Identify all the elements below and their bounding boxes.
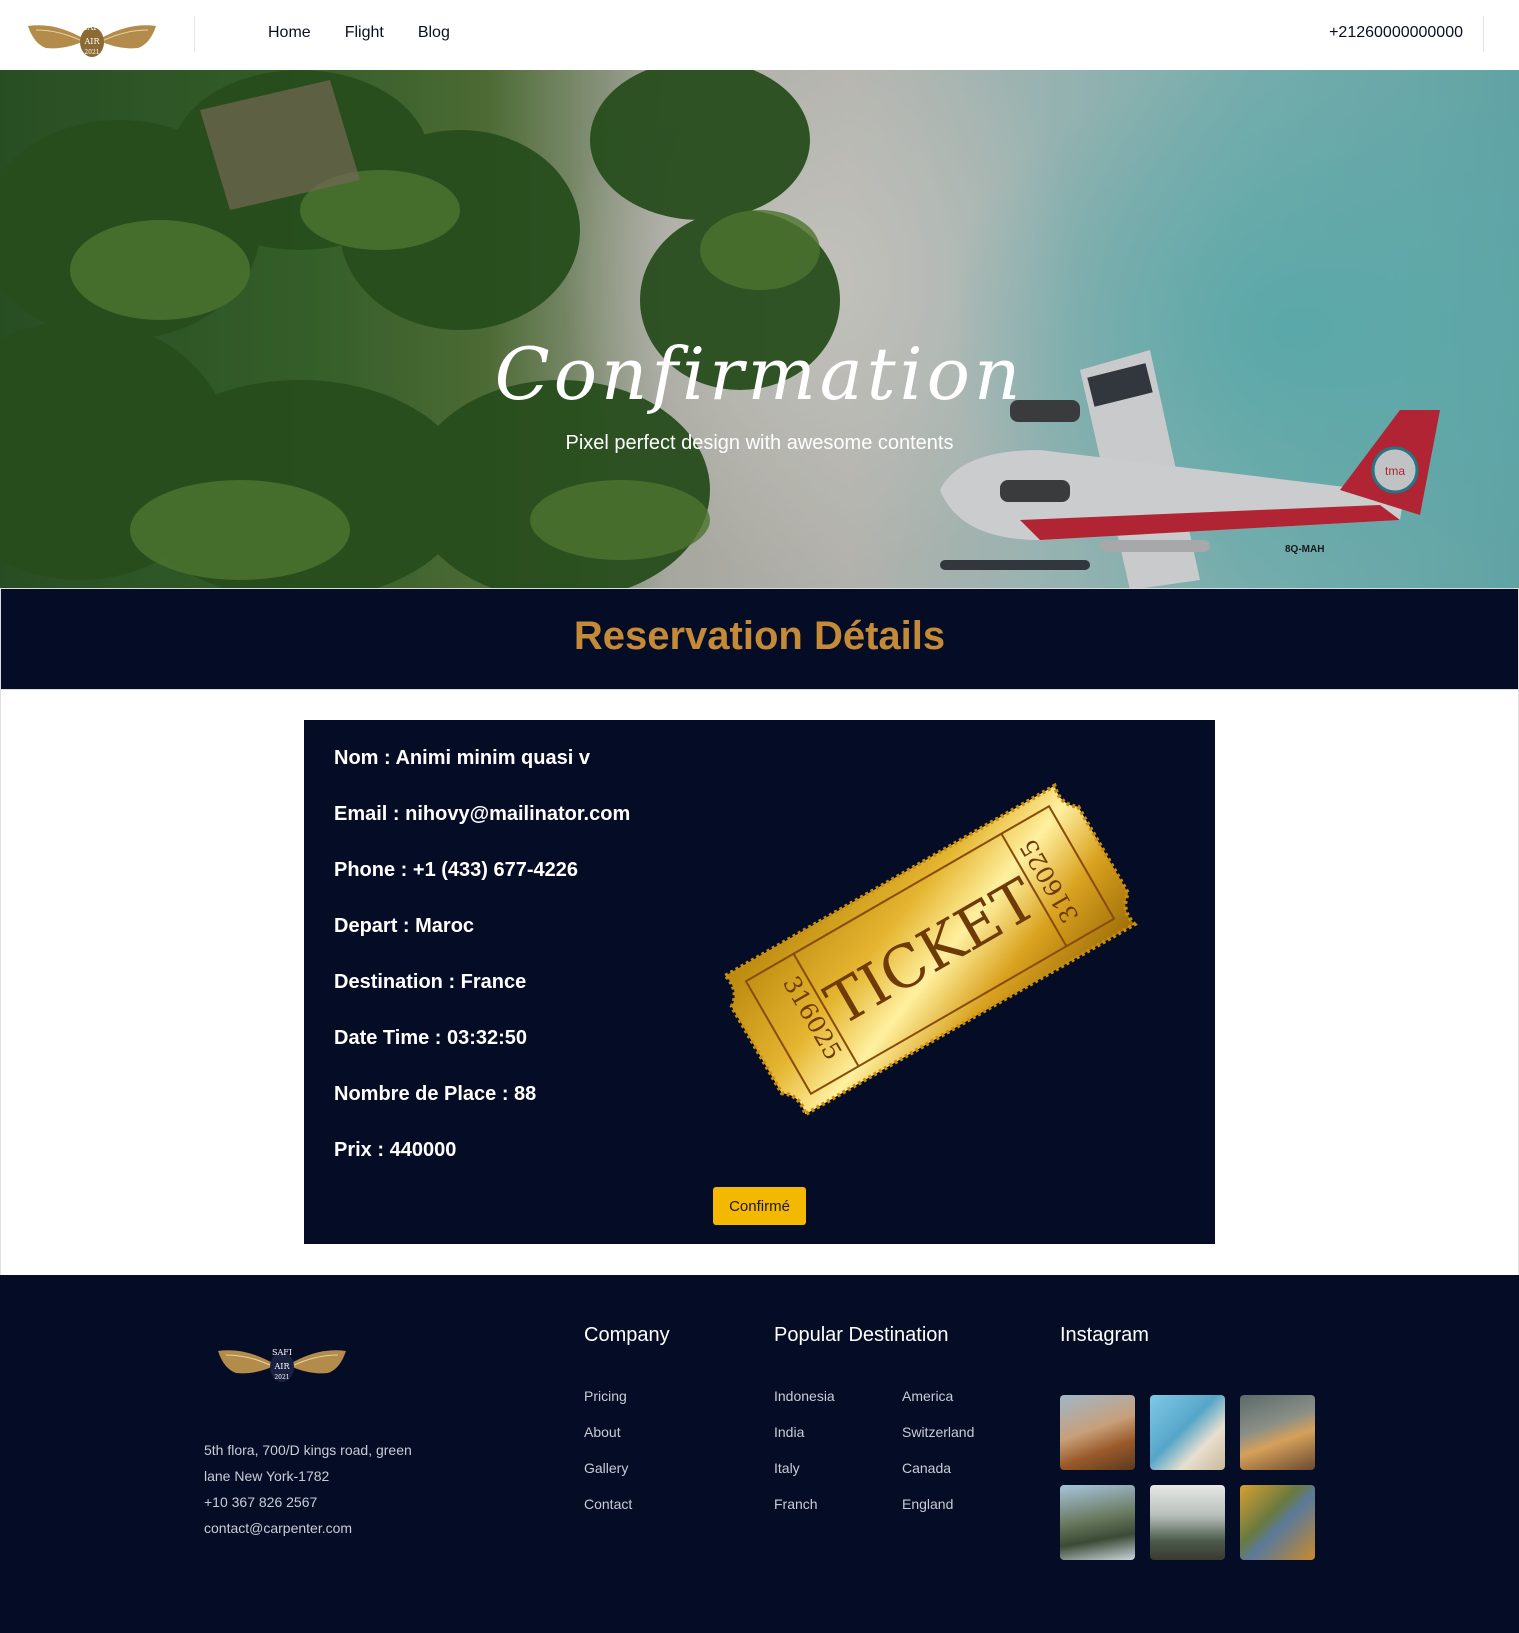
top-header: SAFI AIR 2021 Home Flight Blog +21260000…	[0, 0, 1519, 70]
nav-blog[interactable]: Blog	[418, 24, 450, 42]
footer-popular-col2: America Switzerland Canada England	[902, 1388, 974, 1532]
destination-italy[interactable]: Italy	[774, 1460, 835, 1496]
destination-england[interactable]: England	[902, 1496, 974, 1532]
footer-logo[interactable]: SAFI AIR 2021	[216, 1343, 348, 1383]
header-phone[interactable]: +21260000000000	[1329, 24, 1463, 42]
address-line: 5th flora, 700/D kings road, green	[204, 1442, 412, 1458]
detail-date-time: Date Time : 03:32:50	[334, 1027, 528, 1049]
header-divider-right	[1483, 16, 1484, 52]
destination-canada[interactable]: Canada	[902, 1460, 974, 1496]
reservation-heading: Reservation Détails	[573, 614, 946, 658]
instagram-photo-road[interactable]	[1240, 1485, 1315, 1560]
svg-text:SAFI: SAFI	[272, 1348, 292, 1357]
footer-phone[interactable]: +10 367 826 2567	[204, 1489, 412, 1515]
destination-india[interactable]: India	[774, 1424, 835, 1460]
footer-link-gallery[interactable]: Gallery	[584, 1460, 632, 1496]
hero-subtitle: Pixel perfect design with awesome conten…	[565, 432, 954, 454]
detail-nom: Nom : Animi minim quasi v	[334, 747, 590, 769]
destination-switzerland[interactable]: Switzerland	[902, 1424, 974, 1460]
nav-flight[interactable]: Flight	[345, 24, 384, 42]
golden-ticket-image: TICKET 316025 316025	[722, 782, 1138, 1118]
destination-indonesia[interactable]: Indonesia	[774, 1388, 835, 1424]
hero-title: Confirmation	[494, 332, 1025, 416]
instagram-photo-coast[interactable]	[1150, 1395, 1225, 1470]
header-divider	[194, 16, 195, 52]
reservation-details: Nom : Animi minim quasi v Email : nihovy…	[334, 745, 630, 1193]
footer-address: 5th flora, 700/D kings road, green lane …	[204, 1437, 412, 1541]
footer-email[interactable]: contact@carpenter.com	[204, 1515, 412, 1541]
footer-link-about[interactable]: About	[584, 1424, 632, 1460]
svg-text:2021: 2021	[274, 1374, 289, 1381]
footer-link-contact[interactable]: Contact	[584, 1496, 632, 1532]
detail-nombre-place: Nombre de Place : 88	[334, 1083, 537, 1105]
footer-popular-col1: Indonesia India Italy Franch	[774, 1388, 835, 1532]
svg-text:AIR: AIR	[274, 1362, 291, 1371]
instagram-grid	[1060, 1395, 1318, 1561]
instagram-photo-hiker[interactable]	[1240, 1395, 1315, 1470]
svg-text:SAFI: SAFI	[82, 23, 102, 32]
confirm-button[interactable]: Confirmé	[713, 1187, 806, 1225]
detail-email: Email : nihovy@mailinator.com	[334, 803, 631, 825]
footer-instagram-title: Instagram	[1060, 1324, 1149, 1346]
destination-america[interactable]: America	[902, 1388, 974, 1424]
svg-text:2021: 2021	[84, 49, 99, 56]
footer-company-title: Company	[584, 1324, 670, 1346]
instagram-photo-forest[interactable]	[1150, 1485, 1225, 1560]
footer-popular-title: Popular Destination	[774, 1324, 949, 1346]
destination-franch[interactable]: Franch	[774, 1496, 835, 1532]
detail-phone: Phone : +1 (433) 677-4226	[334, 859, 579, 881]
nav-home[interactable]: Home	[268, 24, 311, 42]
safi-air-logo[interactable]: SAFI AIR 2021	[26, 18, 158, 58]
hero-banner: tma 8Q-MAH Confirmation Pixel perfect de…	[0, 70, 1519, 588]
instagram-photo-temple[interactable]	[1060, 1485, 1135, 1560]
hero-overlay	[0, 70, 1519, 588]
detail-depart: Depart : Maroc	[334, 915, 475, 937]
main-nav: Home Flight Blog	[268, 24, 484, 42]
detail-destination: Destination : France	[334, 971, 527, 993]
footer-company-list: Pricing About Gallery Contact	[584, 1388, 632, 1532]
instagram-photo-mountain-sunset[interactable]	[1060, 1395, 1135, 1470]
footer-link-pricing[interactable]: Pricing	[584, 1388, 632, 1424]
detail-prix: Prix : 440000	[334, 1139, 457, 1161]
svg-text:AIR: AIR	[84, 37, 101, 46]
address-line: lane New York-1782	[204, 1468, 330, 1484]
